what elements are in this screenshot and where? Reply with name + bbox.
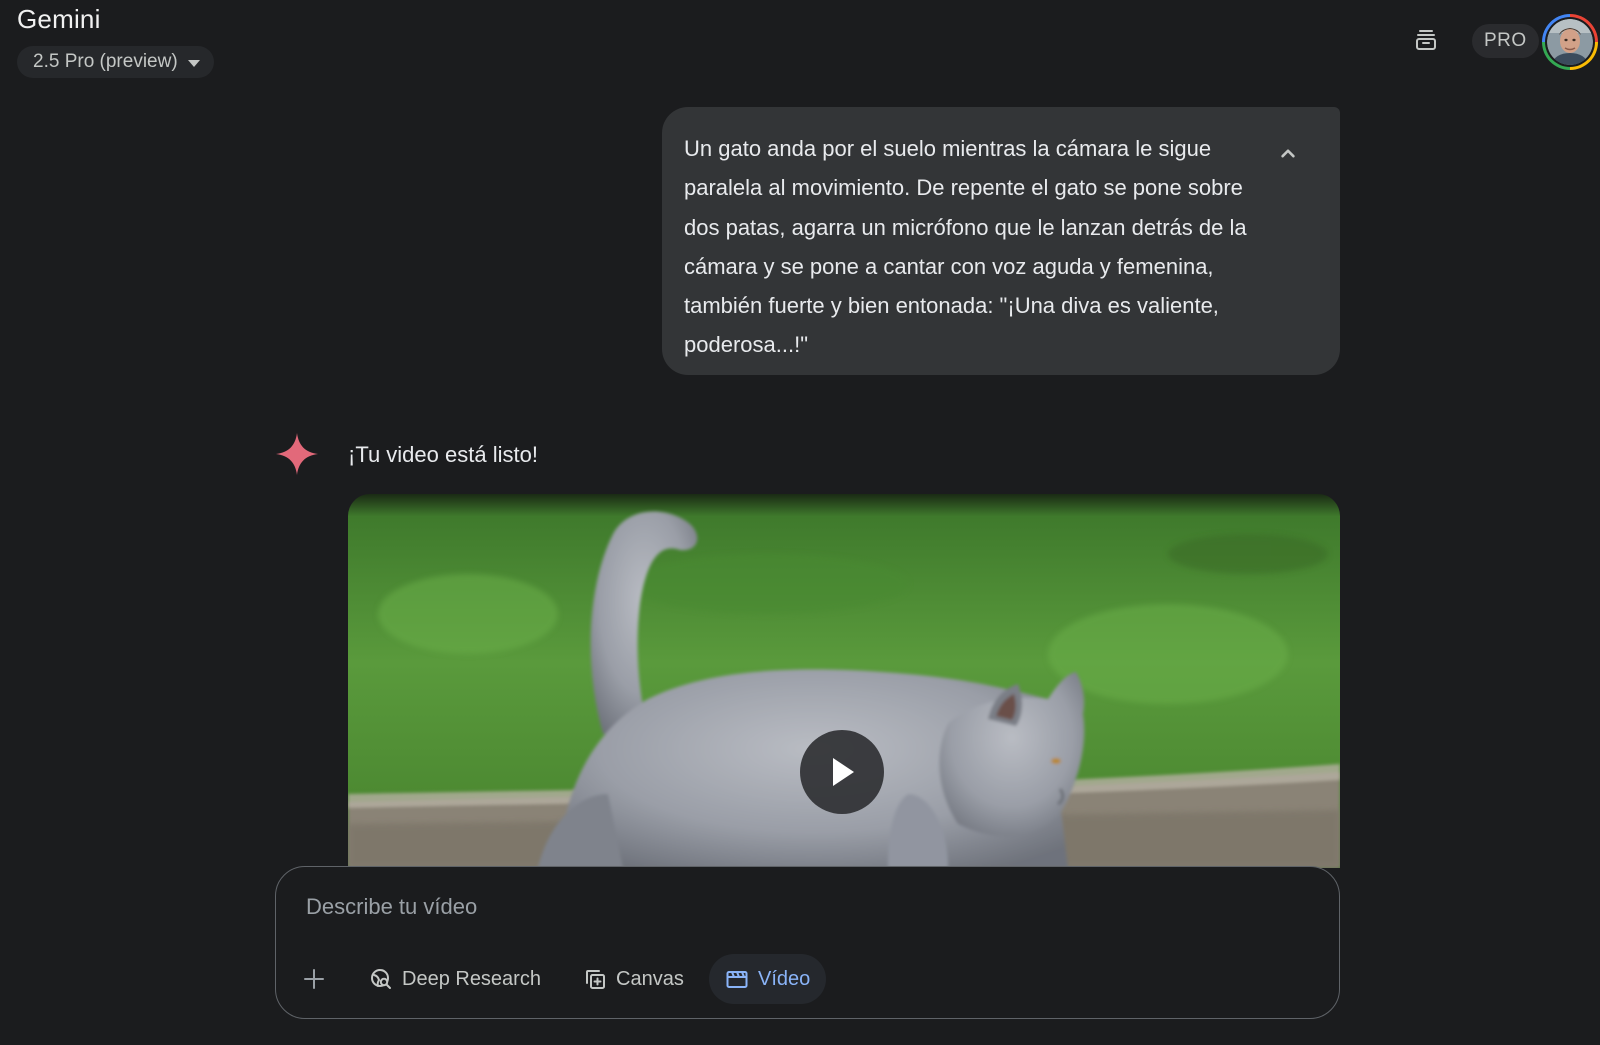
deep-research-label: Deep Research: [402, 967, 541, 990]
model-selector[interactable]: 2.5 Pro (preview): [17, 46, 214, 78]
play-button[interactable]: [800, 730, 884, 814]
avatar[interactable]: [1542, 14, 1598, 70]
globe-search-icon: [371, 969, 391, 989]
chevron-down-icon: [187, 59, 200, 67]
gemini-spark-icon: [276, 433, 318, 475]
pro-badge: PRO: [1472, 24, 1539, 58]
chevron-up-icon[interactable]: [1275, 141, 1301, 167]
play-icon: [833, 758, 854, 786]
response-text: ¡Tu video está listo!: [348, 442, 538, 467]
video-tool-label: Vídeo: [758, 967, 811, 990]
model-label: 2.5 Pro (preview): [33, 51, 178, 72]
user-message-bubble: Un gato anda por el suelo mientras la cá…: [662, 107, 1340, 375]
canvas-icon: [586, 970, 605, 989]
canvas-button[interactable]: Canvas: [567, 954, 700, 1004]
clapperboard-icon: [726, 971, 748, 988]
app-title: Gemini: [17, 4, 101, 34]
prompt-composer: Deep Research Canvas Vídeo: [275, 866, 1340, 1019]
avatar-image: [1545, 17, 1595, 67]
video-tool-button[interactable]: Vídeo: [709, 954, 827, 1004]
deep-research-button[interactable]: Deep Research: [353, 954, 557, 1004]
add-button[interactable]: [290, 954, 338, 1004]
plus-icon: [304, 969, 324, 989]
archive-icon[interactable]: [1414, 28, 1438, 52]
prompt-input[interactable]: [304, 891, 1204, 923]
user-message-text: Un gato anda por el suelo mientras la cá…: [684, 136, 1247, 358]
canvas-label: Canvas: [616, 967, 684, 990]
